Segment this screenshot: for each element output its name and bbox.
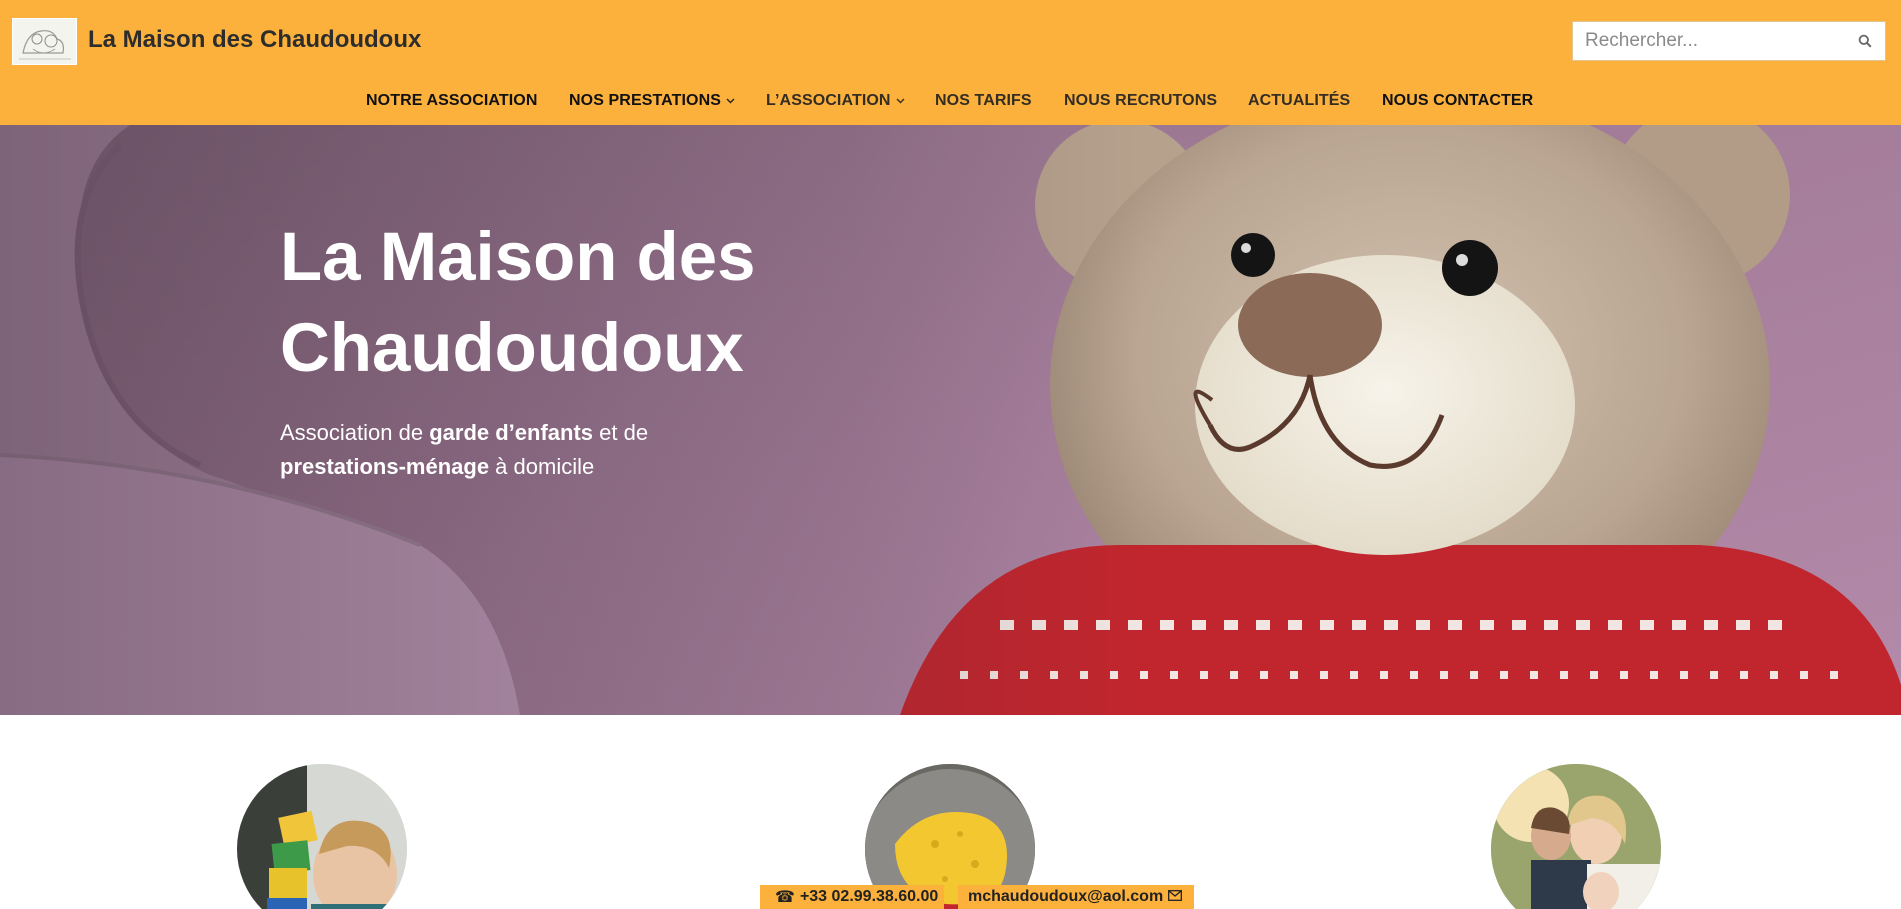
hero-subtitle-text: Association de xyxy=(280,420,430,445)
nav-item-label: NOS TARIFS xyxy=(935,92,1032,109)
child-blocks-photo xyxy=(237,764,407,909)
hero-subtitle: Association de garde d’enfants et de pre… xyxy=(280,416,720,484)
site-header: La Maison des Chaudoudoux NOTRE ASSOCIAT… xyxy=(0,0,1901,125)
site-title[interactable]: La Maison des Chaudoudoux xyxy=(88,26,421,54)
search-button[interactable] xyxy=(1845,22,1885,60)
hero-subtitle-bold: prestations-ménage xyxy=(280,454,490,479)
contact-phone[interactable]: ☎ +33 02.99.38.60.00 xyxy=(760,885,944,909)
hero-subtitle-bold: garde d’enfants xyxy=(429,420,594,445)
family-photo xyxy=(1491,764,1661,909)
nav-item-label: ACTUALITÉS xyxy=(1248,92,1351,109)
nav-item-label: NOUS RECRUTONS xyxy=(1064,92,1218,109)
nav-item-label: NOTRE ASSOCIATION xyxy=(366,92,538,109)
chevron-down-icon xyxy=(896,98,905,104)
chevron-down-icon xyxy=(726,98,735,104)
logo-image xyxy=(13,19,76,64)
contact-phone-number: +33 02.99.38.60.00 xyxy=(799,888,939,905)
contact-email[interactable]: mchaudoudoux@aol.com xyxy=(958,885,1194,909)
nav-item-label: L’ASSOCIATION xyxy=(766,92,891,109)
hero-banner: La Maison des Chaudoudoux Association de… xyxy=(0,125,1901,715)
main-nav: NOTRE ASSOCIATION NOS PRESTATIONS L’ASSO… xyxy=(0,92,1901,116)
nav-item-l-association[interactable]: L’ASSOCIATION xyxy=(766,92,905,110)
search-icon xyxy=(1858,34,1872,48)
nav-item-label: NOS PRESTATIONS xyxy=(569,92,722,109)
phone-icon: ☎ xyxy=(775,889,795,906)
nav-item-nos-prestations[interactable]: NOS PRESTATIONS xyxy=(569,92,735,110)
hero-subtitle-text: et de xyxy=(593,420,649,445)
hero-subtitle-text: à domicile xyxy=(489,454,595,479)
nav-item-nous-recrutons[interactable]: NOUS RECRUTONS xyxy=(1064,92,1217,110)
search-box xyxy=(1572,21,1886,61)
nav-item-actualites[interactable]: ACTUALITÉS xyxy=(1248,92,1350,110)
nav-item-label: NOUS CONTACTER xyxy=(1382,92,1534,109)
mail-icon xyxy=(1168,888,1183,906)
contact-email-address: mchaudoudoux@aol.com xyxy=(968,888,1164,905)
site-logo[interactable] xyxy=(12,18,77,65)
hero-title: La Maison des Chaudoudoux xyxy=(280,218,756,386)
search-input[interactable] xyxy=(1573,22,1845,60)
nav-item-notre-association[interactable]: NOTRE ASSOCIATION xyxy=(366,92,537,110)
nav-item-nos-tarifs[interactable]: NOS TARIFS xyxy=(935,92,1032,110)
nav-item-nous-contacter[interactable]: NOUS CONTACTER xyxy=(1382,92,1533,110)
